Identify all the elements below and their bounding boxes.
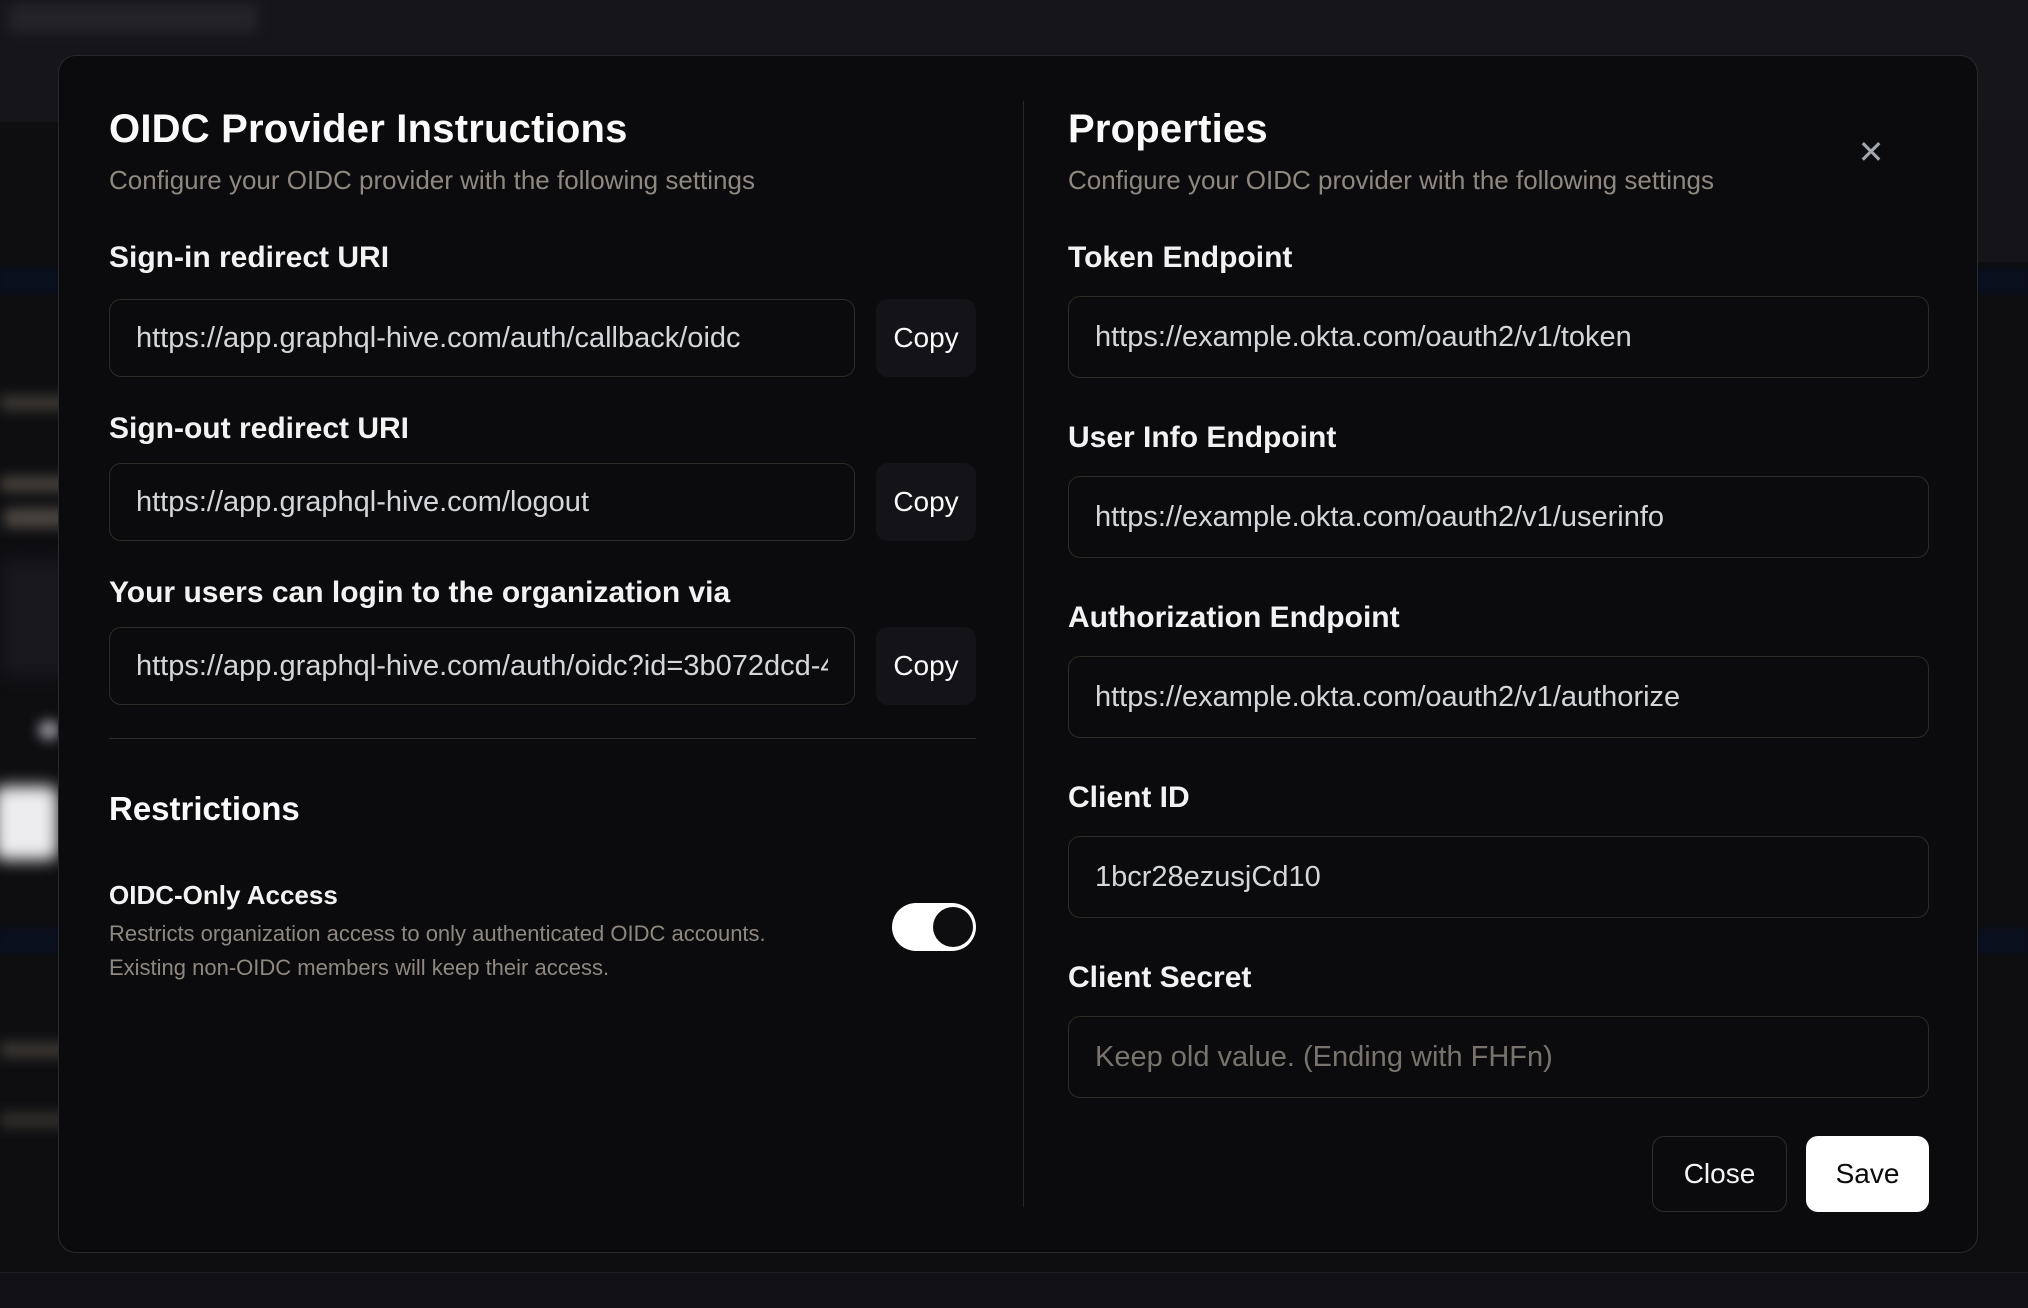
properties-subtitle: Configure your OIDC provider with the fo… bbox=[1068, 165, 1714, 195]
token-endpoint-label: Token Endpoint bbox=[1068, 241, 1293, 274]
copy-sign-in-uri-button[interactable]: Copy bbox=[876, 299, 976, 377]
client-id-label: Client ID bbox=[1068, 781, 1190, 814]
user-info-endpoint-input[interactable] bbox=[1068, 476, 1929, 558]
instructions-subtitle: Configure your OIDC provider with the fo… bbox=[109, 165, 755, 195]
sign-in-redirect-uri-label: Sign-in redirect URI bbox=[109, 241, 390, 274]
oidc-only-access-toggle[interactable] bbox=[892, 903, 976, 951]
sign-in-redirect-uri-input[interactable] bbox=[109, 299, 855, 377]
client-secret-input[interactable] bbox=[1068, 1016, 1929, 1098]
restrictions-title: Restrictions bbox=[109, 790, 300, 827]
background-blurred-white-button bbox=[0, 786, 58, 860]
restrictions-divider bbox=[109, 738, 976, 739]
background-footer-band bbox=[0, 1272, 2028, 1308]
background-blurred-icon bbox=[38, 720, 60, 740]
authorization-endpoint-input[interactable] bbox=[1068, 656, 1929, 738]
oidc-only-access-description: Restricts organization access to only au… bbox=[109, 917, 856, 985]
save-button[interactable]: Save bbox=[1806, 1136, 1929, 1212]
background-logo-blur bbox=[8, 3, 258, 33]
properties-title: Properties bbox=[1068, 107, 1268, 151]
client-id-input[interactable] bbox=[1068, 836, 1929, 918]
organization-login-uri-input[interactable] bbox=[109, 627, 855, 705]
user-info-endpoint-label: User Info Endpoint bbox=[1068, 421, 1337, 454]
oidc-only-access-row: OIDC-Only Access Restricts organization … bbox=[109, 879, 976, 985]
sign-out-redirect-uri-label: Sign-out redirect URI bbox=[109, 412, 410, 445]
organization-login-uri-row: Copy bbox=[109, 627, 976, 705]
oidc-instructions-pane: OIDC Provider Instructions Configure you… bbox=[59, 56, 1023, 1252]
sign-out-redirect-uri-input[interactable] bbox=[109, 463, 855, 541]
copy-login-uri-button[interactable]: Copy bbox=[876, 627, 976, 705]
sign-out-redirect-uri-row: Copy bbox=[109, 463, 976, 541]
copy-sign-out-uri-button[interactable]: Copy bbox=[876, 463, 976, 541]
oidc-only-access-label: OIDC-Only Access bbox=[109, 880, 338, 910]
dialog-actions: Close Save bbox=[1068, 1136, 1929, 1212]
client-secret-label: Client Secret bbox=[1068, 961, 1252, 994]
close-button[interactable]: Close bbox=[1652, 1136, 1787, 1212]
background-panel-edge bbox=[1978, 122, 2028, 262]
oidc-settings-dialog: OIDC Provider Instructions Configure you… bbox=[58, 55, 1978, 1253]
organization-login-uri-label: Your users can login to the organization… bbox=[109, 576, 731, 609]
description-line-2: Existing non-OIDC members will keep thei… bbox=[109, 955, 610, 980]
instructions-title: OIDC Provider Instructions bbox=[109, 107, 628, 151]
token-endpoint-input[interactable] bbox=[1068, 296, 1929, 378]
close-icon[interactable]: ✕ bbox=[1851, 132, 1891, 172]
description-line-1: Restricts organization access to only au… bbox=[109, 921, 766, 946]
properties-pane: ✕ Properties Configure your OIDC provide… bbox=[1024, 56, 1977, 1252]
toggle-knob bbox=[933, 907, 973, 947]
sign-in-redirect-uri-row: Copy bbox=[109, 299, 976, 377]
authorization-endpoint-label: Authorization Endpoint bbox=[1068, 601, 1400, 634]
